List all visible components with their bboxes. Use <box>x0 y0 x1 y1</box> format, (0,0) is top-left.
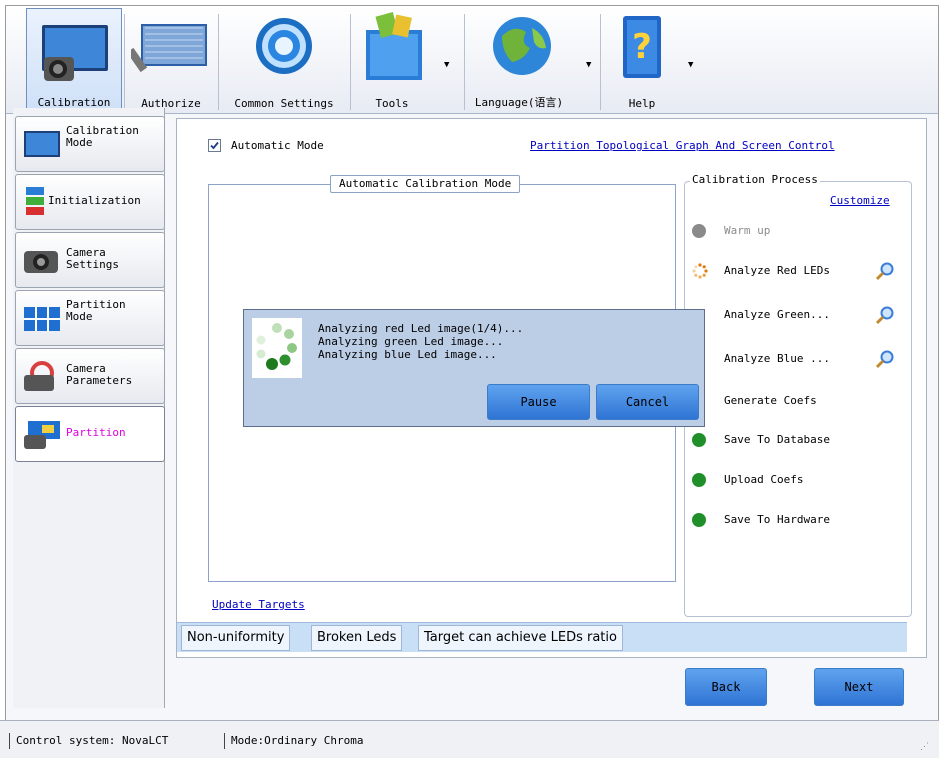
sidebar-item-partition-mode[interactable]: Partition Mode <box>15 290 165 346</box>
chevron-down-icon[interactable]: ▼ <box>586 60 591 70</box>
pause-button[interactable]: Pause <box>487 384 590 420</box>
toolbar-help-label: Help <box>628 97 656 110</box>
customize-link[interactable]: Customize <box>830 194 890 207</box>
toolbar-language-label: Language(语言) <box>474 96 564 109</box>
sidebar-item-label: Camera Settings <box>66 246 119 271</box>
sidebar: Calibration Mode Initialization Camera S… <box>13 108 165 708</box>
sidebar-item-camera-parameters[interactable]: Camera Parameters <box>15 348 165 404</box>
resize-grip-icon[interactable]: ⋰ <box>920 742 929 752</box>
toolbar-tools-label: Tools <box>375 97 409 110</box>
camera-monitor-icon <box>42 25 108 81</box>
process-title: Calibration Process <box>690 173 820 186</box>
status-mode: Mode:Ordinary Chroma <box>224 733 363 749</box>
tab-target-ratio[interactable]: Target can achieve LEDs ratio <box>418 625 623 651</box>
globe-icon <box>492 17 551 75</box>
sidebar-item-calibration-mode[interactable]: Calibration Mode <box>15 116 165 172</box>
group-title: Automatic Calibration Mode <box>330 175 521 193</box>
help-book-icon: ? <box>623 16 662 78</box>
toolbar-calibration[interactable]: Calibration <box>26 8 122 112</box>
sidebar-item-camera-settings[interactable]: Camera Settings <box>15 232 165 288</box>
toolbar-common-settings[interactable]: Common Settings <box>222 8 346 112</box>
sidebar-item-label: Partition Mode <box>66 298 126 323</box>
toolbar-separator <box>218 14 219 110</box>
step-arrow-icon <box>692 473 706 487</box>
sidebar-item-initialization[interactable]: Initialization <box>15 174 165 230</box>
automatic-mode-label: Automatic Mode <box>231 139 324 152</box>
step-arrow-icon <box>692 433 706 447</box>
sidebar-item-label: Initialization <box>48 194 141 207</box>
chevron-down-icon[interactable]: ▼ <box>444 60 449 70</box>
camera-aperture-icon <box>24 361 54 391</box>
sidebar-item-partition[interactable]: Partition <box>15 406 165 462</box>
automatic-mode-checkbox[interactable] <box>208 139 221 152</box>
authorize-panel-icon <box>131 24 207 73</box>
toolbar-tools[interactable]: ▼ Tools <box>354 8 450 112</box>
main-toolbar: Calibration Authorize Common Settings ▼ … <box>6 6 938 114</box>
progress-message: Analyzing red Led image(1/4)... Analyzin… <box>318 322 524 361</box>
chevron-down-icon[interactable]: ▼ <box>688 60 693 70</box>
update-targets-link[interactable]: Update Targets <box>212 598 305 611</box>
status-control-system: Control system: NovaLCT <box>9 733 168 749</box>
toolbar-help[interactable]: ? ▼ Help <box>604 8 700 112</box>
toolbar-authorize[interactable]: Authorize <box>128 8 214 112</box>
toolbar-common-settings-label: Common Settings <box>234 97 334 110</box>
toolbar-separator <box>350 14 351 110</box>
tab-broken-leds[interactable]: Broken Leds <box>311 625 403 651</box>
sidebar-item-label: Calibration Mode <box>66 124 139 149</box>
svg-text:?: ? <box>633 27 653 67</box>
back-button[interactable]: Back <box>685 668 767 706</box>
sidebar-item-label: Camera Parameters <box>66 362 133 387</box>
step-arrow-icon <box>692 224 706 238</box>
result-tabs: Non-uniformity Broken Leds Target can ac… <box>177 622 907 652</box>
camera-icon <box>24 251 58 273</box>
cancel-button[interactable]: Cancel <box>596 384 699 420</box>
spinner-icon <box>692 263 708 279</box>
magnifier-icon[interactable] <box>875 349 895 369</box>
toolbar-separator <box>600 14 601 110</box>
step-arrow-icon <box>692 513 706 527</box>
tools-box-icon <box>366 12 423 80</box>
monitor-icon <box>24 131 60 157</box>
toolbar-language[interactable]: ▼ Language(语言) <box>468 8 596 112</box>
toolbar-separator <box>124 14 125 110</box>
camera-partition-icon <box>24 421 60 449</box>
loading-icon <box>252 318 302 378</box>
checkmark-icon <box>210 141 219 150</box>
tab-non-uniformity[interactable]: Non-uniformity <box>181 625 291 651</box>
topology-link[interactable]: Partition Topological Graph And Screen C… <box>530 139 835 152</box>
magnifier-icon[interactable] <box>875 305 895 325</box>
grid-partition-icon <box>24 307 60 331</box>
magnifier-icon[interactable] <box>875 261 895 281</box>
toolbar-separator <box>464 14 465 110</box>
gear-ring-icon <box>256 18 312 74</box>
next-button[interactable]: Next <box>814 668 904 706</box>
sidebar-item-label: Partition <box>66 426 126 439</box>
